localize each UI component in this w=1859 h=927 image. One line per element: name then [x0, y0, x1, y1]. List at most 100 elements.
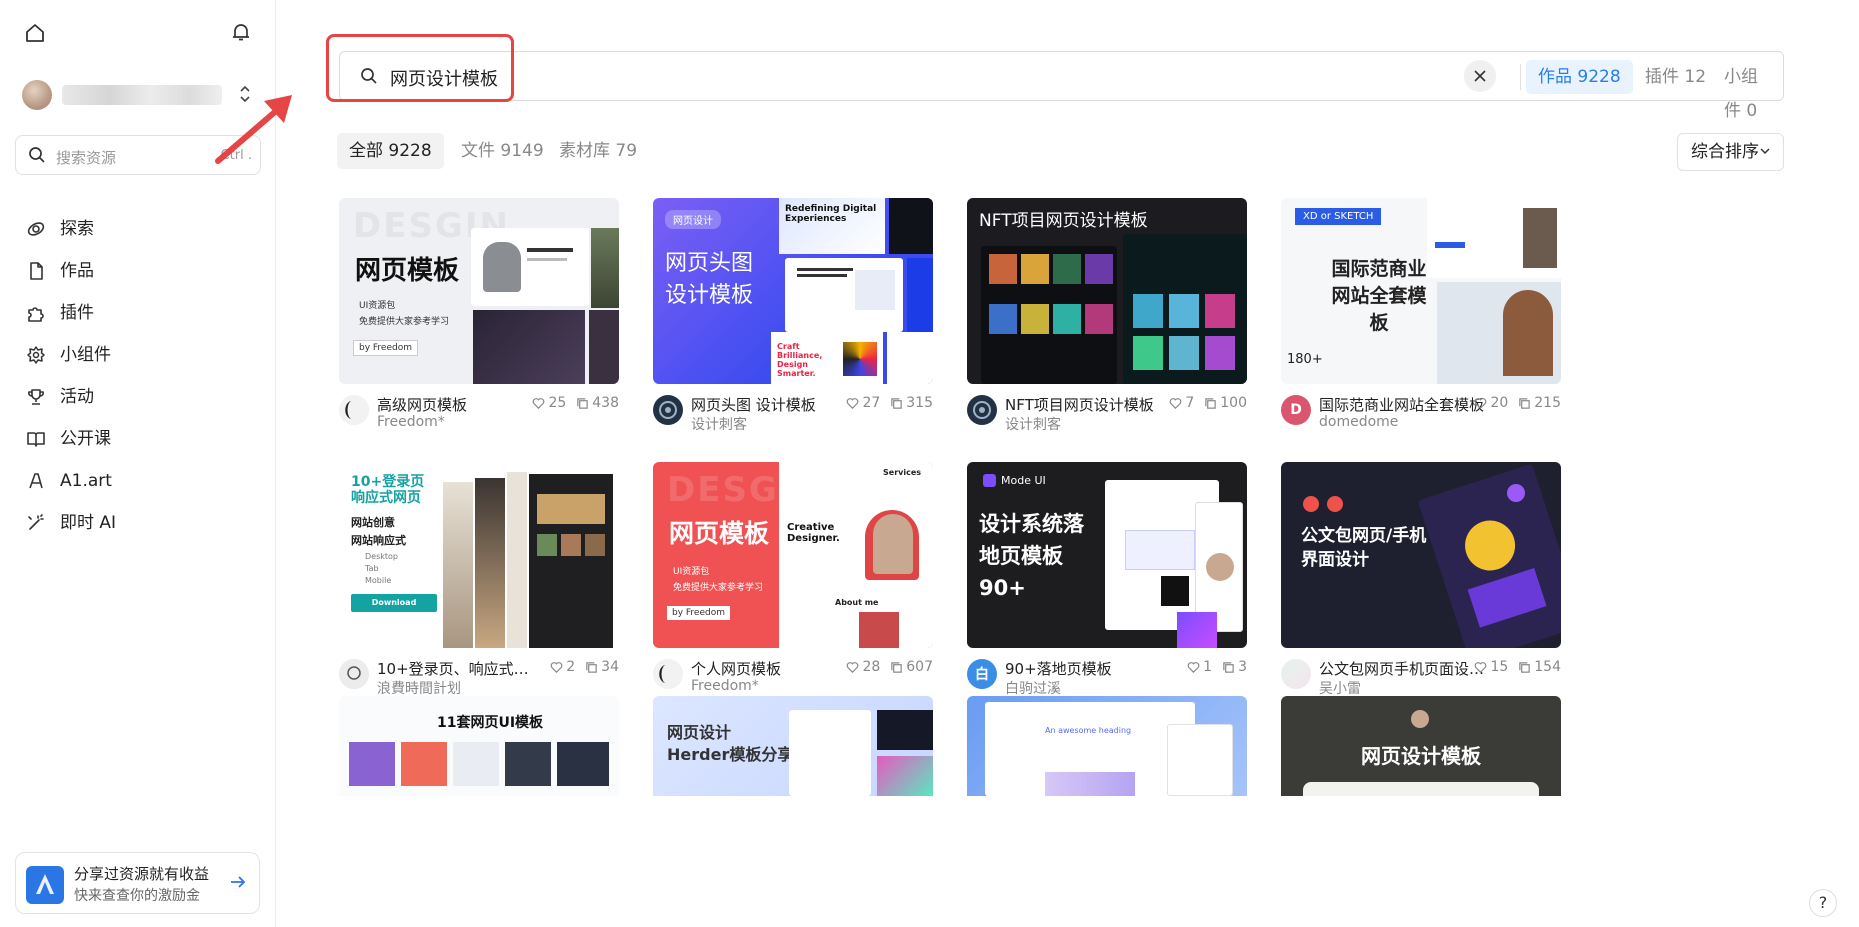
card-title[interactable]: 90+落地页模板: [1005, 658, 1170, 679]
search-bar[interactable]: 网页设计模板 作品 9228 插件 12 小组件 0: [339, 51, 1784, 121]
card-title[interactable]: NFT项目网页设计模板: [1005, 394, 1170, 415]
bell-icon[interactable]: [231, 22, 251, 42]
card-thumbnail[interactable]: 10+登录页响应式网页 网站创意 网站响应式 Desktop Tab Mobil…: [339, 462, 619, 648]
thumb-title: 网页设计 Herder模板分享: [667, 723, 794, 764]
result-card[interactable]: NFT项目网页设计模板 NFT项目网页设计模板 设计刺客 7 100: [967, 198, 1247, 444]
clear-search-button[interactable]: [1464, 60, 1496, 92]
card-author[interactable]: domedome: [1319, 414, 1398, 430]
copy-icon: [1519, 397, 1531, 409]
result-card[interactable]: 网页设计模板: [1281, 696, 1561, 796]
result-card[interactable]: 11套网页UI模板: [339, 696, 619, 796]
sidebar-item-label: 作品: [60, 261, 94, 281]
card-stats: 25 438: [532, 395, 619, 411]
sidebar-item-a1art[interactable]: A1.art: [0, 460, 276, 502]
author-avatar[interactable]: [1281, 659, 1311, 689]
card-thumbnail[interactable]: DESGIN 网页模板 UI资源包 免费提供大家参考学习 by Freedom …: [653, 462, 933, 648]
copy-count: 154: [1534, 659, 1561, 675]
tab-plugins[interactable]: 插件 12: [1633, 60, 1718, 94]
result-card[interactable]: Mode UI 设计系统落地页模板 90+ 白 90+落地页模板 白驹过溪 1 …: [967, 462, 1247, 708]
copy-icon: [1205, 397, 1217, 409]
card-title[interactable]: 高级网页模板: [377, 394, 542, 415]
card-title[interactable]: 10+登录页、响应式网页…: [377, 658, 542, 679]
tab-works[interactable]: 作品 9228: [1526, 60, 1633, 94]
author-avatar[interactable]: [653, 395, 683, 425]
sidebar-item-plugins[interactable]: 插件: [0, 292, 276, 334]
copy-icon: [891, 661, 903, 673]
card-title[interactable]: 网页头图 设计模板: [691, 394, 856, 415]
sidebar-item-explore[interactable]: 探索: [0, 208, 276, 250]
card-thumbnail[interactable]: NFT项目网页设计模板: [967, 198, 1247, 384]
card-thumbnail[interactable]: An awesome heading: [967, 696, 1247, 796]
thumb-title: 设计系统落地页模板 90+: [979, 512, 1084, 600]
sidebar-item-works[interactable]: 作品: [0, 250, 276, 292]
card-title[interactable]: 国际范商业网站全套模板: [1319, 394, 1484, 415]
result-card[interactable]: DESGIN 网页模板 UI资源包 免费提供大家参考学习 by Freedom …: [653, 462, 933, 708]
card-thumbnail[interactable]: 网页设计 网页头图设计模板 Redefining Digital Experie…: [653, 198, 933, 384]
author-avatar[interactable]: [339, 395, 369, 425]
filter-all[interactable]: 全部 9228: [337, 133, 444, 169]
card-title[interactable]: 个人网页模板: [691, 658, 856, 679]
promo-subtitle: 快来查查你的激励金: [74, 888, 200, 904]
card-thumbnail[interactable]: DESGIN 网页模板 UI资源包 免费提供大家参考学习 by Freedom: [339, 198, 619, 384]
earnings-promo[interactable]: 分享过资源就有收益 快来查查你的激励金: [15, 852, 260, 914]
thumb-text: An awesome heading: [1045, 726, 1132, 735]
thumb-photo: [591, 228, 619, 308]
result-card[interactable]: DESGIN 网页模板 UI资源包 免费提供大家参考学习 by Freedom …: [339, 198, 619, 444]
author-avatar[interactable]: D: [1281, 395, 1311, 425]
avatar: [22, 80, 52, 110]
thumb-text: Creative Designer.: [787, 522, 840, 544]
card-author[interactable]: 浪費時間計划: [377, 678, 461, 698]
card-title[interactable]: 公文包网页手机页面设…: [1319, 658, 1484, 679]
filter-files[interactable]: 文件 9149: [449, 133, 556, 169]
thumb-text: 网站创意: [351, 516, 395, 529]
like-count: 28: [862, 659, 881, 675]
card-author[interactable]: 吴小雷: [1319, 678, 1361, 698]
card-author[interactable]: Freedom*: [691, 678, 759, 694]
card-author[interactable]: 设计刺客: [1005, 414, 1061, 434]
heart-icon: [550, 661, 563, 673]
card-stats: 1 3: [1187, 659, 1247, 675]
author-avatar[interactable]: 白: [967, 659, 997, 689]
thumb-photo: [473, 310, 585, 384]
result-card[interactable]: 网页设计 Herder模板分享: [653, 696, 933, 796]
mode-ui-logo-icon: [983, 474, 996, 487]
card-author[interactable]: 白驹过溪: [1005, 678, 1061, 698]
author-avatar[interactable]: [339, 659, 369, 689]
card-author[interactable]: 设计刺客: [691, 414, 747, 434]
sort-dropdown[interactable]: 综合排序: [1677, 133, 1784, 171]
copy-icon: [891, 397, 903, 409]
heart-icon: [1170, 397, 1182, 409]
author-avatar[interactable]: [967, 395, 997, 425]
sidebar-item-widgets[interactable]: 小组件: [0, 334, 276, 376]
sidebar-item-events[interactable]: 活动: [0, 376, 276, 418]
sidebar-item-label: 即时 AI: [60, 513, 117, 533]
result-card[interactable]: 10+登录页响应式网页 网站创意 网站响应式 Desktop Tab Mobil…: [339, 462, 619, 708]
sidebar-item-instant-ai[interactable]: 即时 AI: [0, 502, 276, 544]
thumb-icon: [1327, 496, 1343, 512]
card-thumbnail[interactable]: 网页设计模板: [1281, 696, 1561, 796]
card-thumbnail[interactable]: 公文包网页/手机界面设计: [1281, 462, 1561, 648]
card-author[interactable]: Freedom*: [377, 414, 445, 430]
sidebar-item-courses[interactable]: 公开课: [0, 418, 276, 460]
heart-icon: [1475, 397, 1487, 409]
result-card[interactable]: 公文包网页/手机界面设计 公文包网页手机页面设… 吴小雷 15 154: [1281, 462, 1561, 708]
tab-widgets[interactable]: 小组件 0: [1712, 60, 1783, 121]
like-count: 27: [862, 395, 881, 411]
result-card[interactable]: 网页设计 网页头图设计模板 Redefining Digital Experie…: [653, 198, 933, 444]
thumb-photo: [589, 310, 619, 384]
thumb-mockup: [401, 742, 447, 786]
result-card[interactable]: An awesome heading: [967, 696, 1247, 796]
card-thumbnail[interactable]: 网页设计 Herder模板分享: [653, 696, 933, 796]
author-avatar[interactable]: [653, 659, 683, 689]
heart-icon: [847, 661, 859, 673]
help-button[interactable]: ?: [1809, 889, 1837, 917]
card-thumbnail[interactable]: Mode UI 设计系统落地页模板 90+: [967, 462, 1247, 648]
filter-libraries[interactable]: 素材库 79: [547, 133, 649, 169]
card-thumbnail[interactable]: 11套网页UI模板: [339, 696, 619, 796]
card-thumbnail[interactable]: XD or SKETCH 国际范商业网站全套模板 180+: [1281, 198, 1561, 384]
trophy-icon: [26, 387, 46, 407]
result-card[interactable]: XD or SKETCH 国际范商业网站全套模板 180+ D 国际范商业网站全…: [1281, 198, 1561, 444]
home-icon[interactable]: [24, 22, 46, 44]
thumb-photo: [443, 482, 473, 648]
thumb-text: Mode UI: [1001, 474, 1046, 487]
